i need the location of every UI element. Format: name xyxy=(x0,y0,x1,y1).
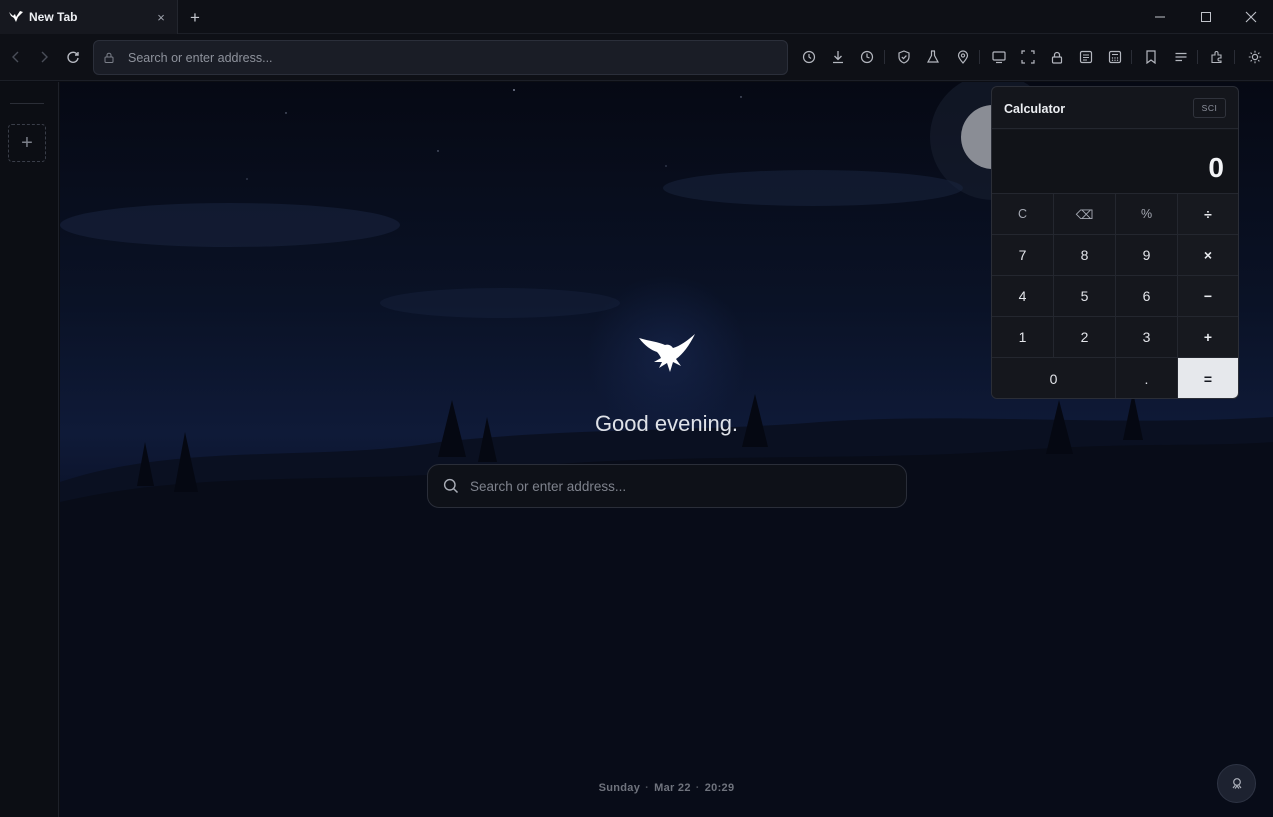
separator: · xyxy=(695,782,700,794)
toolbar xyxy=(0,34,1273,81)
back-icon[interactable] xyxy=(7,48,25,66)
time-label: 20:29 xyxy=(704,782,735,794)
tab-strip: New Tab × + xyxy=(0,0,1273,34)
multiply-button[interactable]: × xyxy=(1178,235,1238,276)
day-label: Sunday xyxy=(598,782,641,794)
history-icon[interactable] xyxy=(801,49,817,65)
calculator-header: Calculator SCI xyxy=(992,87,1238,129)
scientific-mode-button[interactable]: SCI xyxy=(1193,98,1226,118)
close-icon[interactable] xyxy=(1241,7,1261,27)
minimize-icon[interactable] xyxy=(1150,7,1170,27)
plus-button[interactable]: + xyxy=(1178,317,1238,358)
calculator-icon[interactable] xyxy=(1107,49,1123,65)
maximize-icon[interactable] xyxy=(1196,7,1216,27)
calculator-panel: Calculator SCI 0 C ⌫ % ÷ 7 8 9 × 4 5 6 −… xyxy=(991,86,1239,399)
divide-button[interactable]: ÷ xyxy=(1178,194,1238,235)
list-icon[interactable] xyxy=(1173,49,1189,65)
backspace-button[interactable]: ⌫ xyxy=(1054,194,1116,235)
clear-button[interactable]: C xyxy=(992,194,1054,235)
key-6[interactable]: 6 xyxy=(1116,276,1178,317)
lock-icon[interactable] xyxy=(1049,49,1065,65)
separator: · xyxy=(645,782,650,794)
lock-icon xyxy=(102,51,116,65)
sidebar-add-button[interactable]: + xyxy=(8,124,46,162)
tab-title: New Tab xyxy=(29,10,78,24)
shield-icon[interactable] xyxy=(896,49,912,65)
flask-icon[interactable] xyxy=(925,49,941,65)
cast-icon[interactable] xyxy=(991,49,1007,65)
key-8[interactable]: 8 xyxy=(1054,235,1116,276)
percent-button[interactable]: % xyxy=(1116,194,1178,235)
calculator-value: 0 xyxy=(1208,152,1224,183)
calculator-title: Calculator xyxy=(1004,102,1066,116)
key-3[interactable]: 3 xyxy=(1116,317,1178,358)
date-label: Mar 22 xyxy=(654,782,691,794)
minus-button[interactable]: − xyxy=(1178,276,1238,317)
greeting-text: Good evening. xyxy=(594,411,739,436)
address-input[interactable] xyxy=(128,50,728,65)
extensions-icon[interactable] xyxy=(1209,49,1225,65)
key-9[interactable]: 9 xyxy=(1116,235,1178,276)
reader-icon[interactable] xyxy=(1078,49,1094,65)
brightness-icon[interactable] xyxy=(1247,49,1263,65)
clock-icon[interactable] xyxy=(859,49,875,65)
reload-icon[interactable] xyxy=(64,48,82,66)
screenshot-icon[interactable] xyxy=(1020,49,1036,65)
sidebar: + xyxy=(0,82,59,817)
key-7[interactable]: 7 xyxy=(992,235,1054,276)
sidebar-divider xyxy=(10,103,44,104)
calculator-keypad: C ⌫ % ÷ 7 8 9 × 4 5 6 − 1 2 3 + 0 . = xyxy=(992,194,1238,398)
key-4[interactable]: 4 xyxy=(992,276,1054,317)
calculator-display: 0 xyxy=(992,130,1238,194)
forward-icon[interactable] xyxy=(35,48,53,66)
equals-button[interactable]: = xyxy=(1178,358,1238,398)
tab-new-tab[interactable]: New Tab × xyxy=(0,0,178,34)
eagle-logo-icon xyxy=(9,10,23,24)
bot-icon xyxy=(1232,777,1241,789)
key-0[interactable]: 0 xyxy=(992,358,1116,398)
bookmark-icon[interactable] xyxy=(1143,49,1159,65)
eagle-logo-icon xyxy=(637,332,697,378)
decimal-button[interactable]: . xyxy=(1116,358,1178,398)
key-1[interactable]: 1 xyxy=(992,317,1054,358)
location-pin-icon[interactable] xyxy=(955,49,971,65)
download-icon[interactable] xyxy=(830,49,846,65)
address-bar[interactable] xyxy=(93,40,788,75)
tab-close-icon[interactable]: × xyxy=(153,9,169,25)
search-icon xyxy=(442,477,460,495)
search-input[interactable] xyxy=(470,478,890,494)
date-time: Sunday · Mar 22 · 20:29 xyxy=(60,782,1273,794)
assistant-button[interactable] xyxy=(1217,764,1256,803)
new-tab-button[interactable]: + xyxy=(186,8,204,26)
key-2[interactable]: 2 xyxy=(1054,317,1116,358)
search-box[interactable] xyxy=(427,464,907,508)
key-5[interactable]: 5 xyxy=(1054,276,1116,317)
